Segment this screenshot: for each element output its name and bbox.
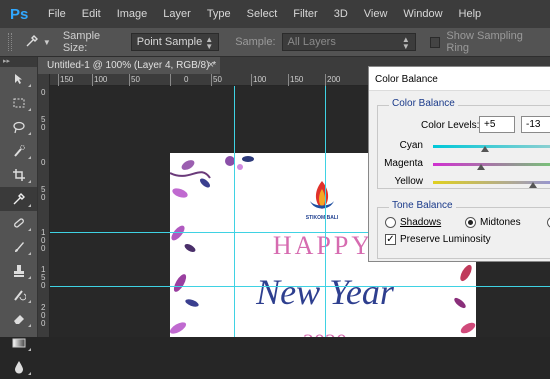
show-ring-label: Show Sampling Ring xyxy=(446,30,523,54)
ruler-tick xyxy=(92,74,93,86)
ruler-h-label: 200 xyxy=(327,75,341,84)
document-tab[interactable]: Untitled-1 @ 100% (Layer 4, RGB/8) * × xyxy=(38,57,220,74)
menu-type[interactable]: Type xyxy=(199,8,239,20)
ruler-v-label: 5 0 xyxy=(41,115,46,132)
ruler-h-label: 0 xyxy=(184,75,189,84)
clone-stamp-tool-icon[interactable] xyxy=(0,259,37,283)
vertical-ruler[interactable]: 0 5 0 0 5 0 1 0 0 1 5 0 2 0 0 xyxy=(38,74,50,337)
ruler-tick xyxy=(58,74,59,86)
magenta-green-track[interactable] xyxy=(433,163,550,166)
sample-size-label: Sample Size: xyxy=(62,30,101,54)
document-title: Untitled-1 @ 100% (Layer 4, RGB/8) * xyxy=(47,60,217,71)
yellow-blue-thumb[interactable] xyxy=(529,182,537,188)
ruler-v-label: 1 0 0 xyxy=(41,228,46,253)
history-brush-tool-icon[interactable] xyxy=(0,283,37,307)
gradient-tool-icon[interactable] xyxy=(0,331,37,355)
magenta-label: Magenta xyxy=(384,158,423,169)
select-arrows-icon: ▲ ▼ xyxy=(205,35,214,51)
blur-tool-icon[interactable] xyxy=(0,355,37,379)
menu-window[interactable]: Window xyxy=(395,8,450,20)
ruler-tick xyxy=(211,74,212,86)
menu-3d[interactable]: 3D xyxy=(326,8,356,20)
ruler-tick xyxy=(129,74,130,86)
tool-preset-arrow-icon[interactable]: ▼ xyxy=(43,38,51,47)
cyan-red-track[interactable] xyxy=(433,145,550,148)
preserve-luminosity-checkbox[interactable]: ✓ xyxy=(385,234,396,245)
midtones-radio[interactable] xyxy=(465,217,476,228)
ruler-h-label: 50 xyxy=(131,75,140,84)
ruler-tick xyxy=(288,74,289,86)
eyedropper-tool-icon[interactable] xyxy=(0,187,37,211)
level-cyan-red-input[interactable]: +5 xyxy=(479,116,515,133)
guide-vertical[interactable] xyxy=(234,86,235,337)
color-balance-dialog: Color Balance Color Balance Color Levels… xyxy=(368,66,550,262)
shadows-radio[interactable] xyxy=(385,217,396,228)
ruler-tick xyxy=(325,74,326,86)
shadows-label[interactable]: Shadows xyxy=(400,217,441,228)
tools-collapse-icon[interactable]: ▸▸ xyxy=(0,57,37,67)
ruler-v-label: 1 5 0 xyxy=(41,265,46,290)
ruler-v-label: 0 xyxy=(41,88,46,97)
guide-horizontal[interactable] xyxy=(50,286,550,287)
options-grip[interactable] xyxy=(8,33,12,51)
sample-select[interactable]: All Layers ▲ ▼ xyxy=(281,33,416,51)
sample-size-select[interactable]: Point Sample ▲ ▼ xyxy=(130,33,220,51)
color-levels-label: Color Levels: xyxy=(421,120,480,131)
card-logo-text: STIKOM BALI xyxy=(305,215,339,221)
healing-brush-tool-icon[interactable] xyxy=(0,211,37,235)
menu-image[interactable]: Image xyxy=(109,8,156,20)
close-tab-icon[interactable]: × xyxy=(208,59,214,71)
ruler-h-label: 50 xyxy=(213,75,222,84)
color-balance-group-label: Color Balance xyxy=(389,98,458,109)
cyan-label: Cyan xyxy=(399,140,423,151)
card-happy: HAPPY xyxy=(272,231,374,260)
brush-tool-icon[interactable] xyxy=(0,235,37,259)
ruler-h-label: 100 xyxy=(94,75,108,84)
cyan-red-thumb[interactable] xyxy=(481,146,489,152)
move-tool-icon[interactable] xyxy=(0,67,37,91)
guide-vertical[interactable] xyxy=(325,86,326,337)
menu-help[interactable]: Help xyxy=(451,8,490,20)
eraser-tool-icon[interactable] xyxy=(0,307,37,331)
photoshop-logo: Ps xyxy=(10,5,29,23)
ruler-tick xyxy=(170,74,171,86)
select-arrows-icon: ▲ ▼ xyxy=(401,35,410,51)
tone-balance-group xyxy=(377,207,550,259)
menu-layer[interactable]: Layer xyxy=(155,8,199,20)
ruler-h-label: 100 xyxy=(253,75,267,84)
menu-file[interactable]: File xyxy=(40,8,74,20)
ruler-h-label: 150 xyxy=(60,75,74,84)
sample-label: Sample: xyxy=(235,36,276,48)
ruler-v-label: 2 0 0 xyxy=(41,303,46,328)
tone-balance-group-label: Tone Balance xyxy=(389,200,456,211)
ruler-v-label: 5 0 xyxy=(41,185,46,202)
options-bar: ▼ Sample Size: Point Sample ▲ ▼ Sample: A… xyxy=(0,28,550,57)
quick-selection-tool-icon[interactable] xyxy=(0,139,37,163)
ruler-v-label: 0 xyxy=(41,158,46,167)
ruler-tick xyxy=(251,74,252,86)
level-magenta-green-input[interactable]: -13 xyxy=(521,116,550,133)
marquee-tool-icon[interactable] xyxy=(0,91,37,115)
lasso-tool-icon[interactable] xyxy=(0,115,37,139)
tools-panel: ▸▸ xyxy=(0,57,38,375)
show-ring-checkbox[interactable] xyxy=(429,36,441,48)
dialog-title: Color Balance xyxy=(369,67,550,91)
menu-view[interactable]: View xyxy=(356,8,396,20)
yellow-label: Yellow xyxy=(394,176,423,187)
menu-edit[interactable]: Edit xyxy=(74,8,109,20)
midtones-label[interactable]: Midtones xyxy=(480,217,521,228)
ruler-h-label: 150 xyxy=(290,75,304,84)
menu-bar: Ps File Edit Image Layer Type Select Fil… xyxy=(0,0,550,28)
preserve-luminosity-label[interactable]: Preserve Luminosity xyxy=(400,234,491,245)
crop-tool-icon[interactable] xyxy=(0,163,37,187)
eyedropper-icon[interactable] xyxy=(22,34,43,51)
sample-value: All Layers xyxy=(287,36,336,48)
sample-size-value: Point Sample xyxy=(136,36,203,48)
magenta-green-thumb[interactable] xyxy=(477,164,485,170)
menu-select[interactable]: Select xyxy=(239,8,286,20)
menu-filter[interactable]: Filter xyxy=(285,8,325,20)
